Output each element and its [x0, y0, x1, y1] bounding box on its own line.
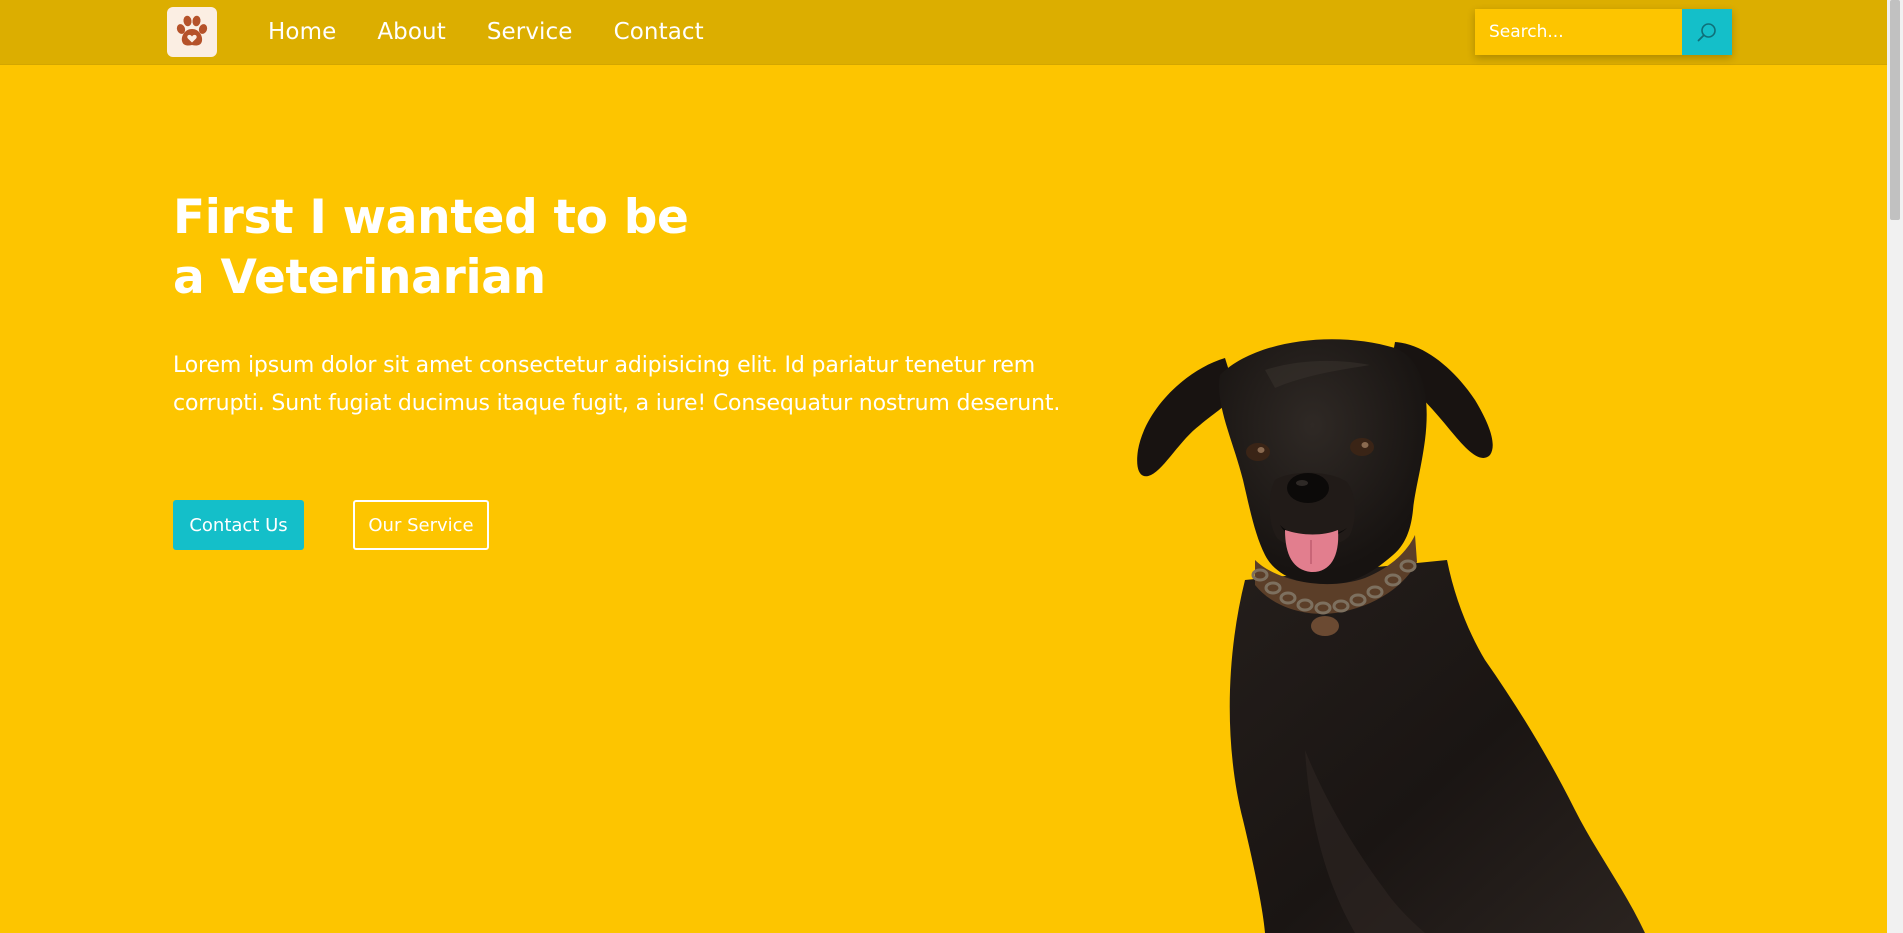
- nav-links: Home About Service Contact: [268, 0, 745, 64]
- dog-image: [1137, 339, 1645, 933]
- search-input[interactable]: [1475, 9, 1682, 55]
- hero-description: Lorem ipsum dolor sit amet consectetur a…: [173, 353, 1061, 416]
- our-service-button[interactable]: Our Service: [353, 500, 489, 550]
- nav-link-contact[interactable]: Contact: [614, 19, 704, 45]
- nav-link-home[interactable]: Home: [268, 19, 336, 45]
- hero-title: First I wanted to be a Veterinarian: [173, 188, 873, 308]
- logo[interactable]: [167, 7, 217, 57]
- scrollbar-thumb[interactable]: [1890, 0, 1900, 220]
- search-button[interactable]: [1682, 9, 1732, 55]
- nav-link-about[interactable]: About: [377, 19, 446, 45]
- viewport: Home About Service Contact First I wante…: [0, 0, 1903, 933]
- hero-title-line-2: a Veterinarian: [173, 250, 546, 305]
- nav-link-service[interactable]: Service: [487, 19, 573, 45]
- search-bar: [1475, 9, 1732, 55]
- page: Home About Service Contact First I wante…: [0, 0, 1887, 933]
- navbar: Home About Service Contact: [0, 0, 1887, 65]
- search-icon: [1697, 23, 1716, 42]
- hero-title-line-1: First I wanted to be: [173, 190, 689, 245]
- contact-us-button[interactable]: Contact Us: [173, 500, 304, 550]
- paw-heart-icon: [176, 15, 208, 46]
- page-scrollbar[interactable]: [1887, 0, 1903, 933]
